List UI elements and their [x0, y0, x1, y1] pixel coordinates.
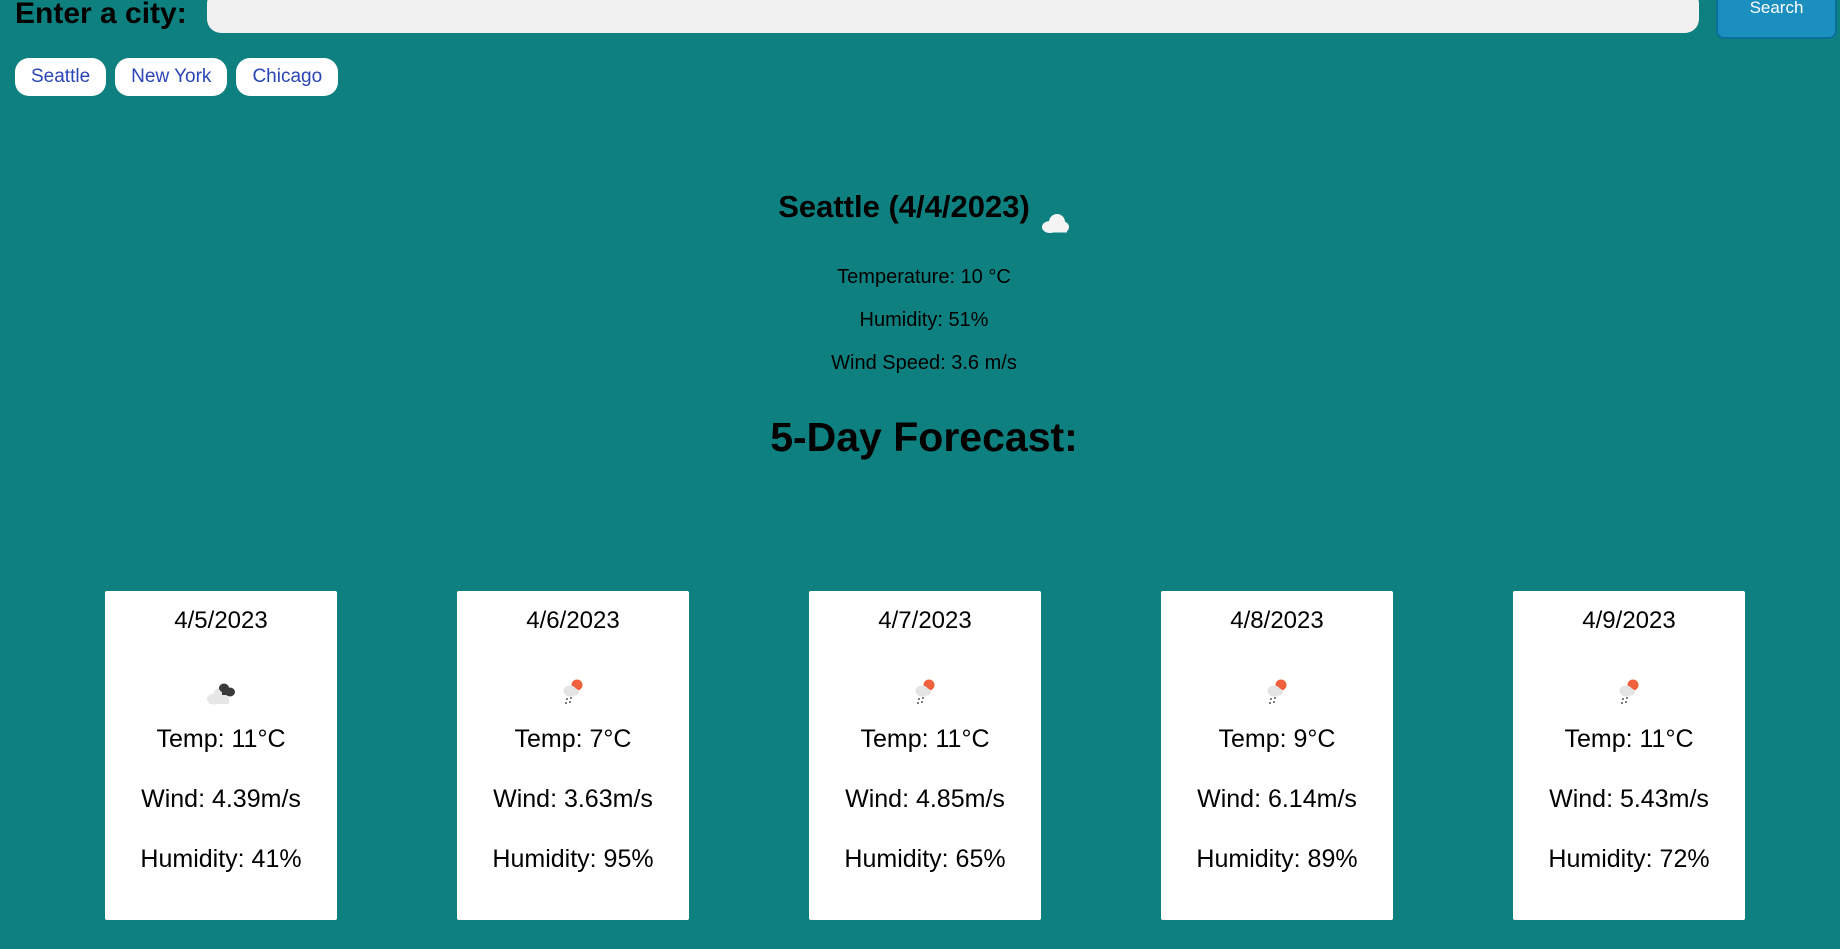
- forecast-wind: Wind: 4.39m/s: [141, 785, 301, 813]
- search-bar: Enter a city: Search: [0, 0, 1840, 40]
- forecast-humidity: Humidity: 89%: [1196, 845, 1358, 873]
- forecast-card: 4/7/2023 Temp: 11°C Wind: 4.85m/s Humidi…: [809, 591, 1041, 920]
- forecast-wind: Wind: 5.43m/s: [1549, 785, 1709, 813]
- city-label: Enter a city:: [15, 0, 187, 30]
- sun-rain-icon: [1609, 677, 1649, 707]
- current-wind-speed: Wind Speed: 3.6 m/s: [831, 352, 1017, 374]
- forecast-date: 4/6/2023: [526, 607, 620, 634]
- forecast-temp: Temp: 11°C: [860, 725, 990, 753]
- history-button-chicago[interactable]: Chicago: [236, 58, 339, 96]
- history-button-seattle[interactable]: Seattle: [15, 58, 107, 96]
- forecast-date: 4/8/2023: [1230, 607, 1324, 634]
- sun-rain-icon: [905, 677, 945, 707]
- forecast-humidity: Humidity: 72%: [1548, 845, 1710, 873]
- forecast-wind: Wind: 3.63m/s: [493, 785, 653, 813]
- forecast-temp: Temp: 11°C: [1564, 725, 1694, 753]
- sun-rain-icon: [1257, 677, 1297, 707]
- sun-rain-icon: [553, 677, 593, 707]
- city-search-input[interactable]: [207, 0, 1699, 33]
- forecast-humidity: Humidity: 65%: [844, 845, 1006, 873]
- current-weather-title: Seattle (4/4/2023): [778, 185, 1070, 233]
- search-button[interactable]: Search: [1716, 0, 1837, 39]
- cloud-icon: [1040, 202, 1070, 233]
- forecast-temp: Temp: 9°C: [1218, 725, 1336, 753]
- history-button-new-york[interactable]: New York: [115, 58, 228, 96]
- forecast-temp: Temp: 11°C: [156, 725, 286, 753]
- search-history: Seattle New York Chicago: [15, 58, 339, 96]
- current-temperature: Temperature: 10 °C: [837, 266, 1011, 288]
- forecast-humidity: Humidity: 95%: [492, 845, 654, 873]
- forecast-humidity: Humidity: 41%: [140, 845, 302, 873]
- forecast-date: 4/9/2023: [1582, 607, 1676, 634]
- broken-clouds-icon: [201, 677, 241, 707]
- forecast-card: 4/9/2023 Temp: 11°C Wind: 5.43m/s Humidi…: [1513, 591, 1745, 920]
- forecast-wind: Wind: 4.85m/s: [845, 785, 1005, 813]
- current-weather-header: Seattle (4/4/2023): [0, 185, 1840, 233]
- current-city-date: Seattle (4/4/2023): [778, 189, 1030, 224]
- forecast-card: 4/8/2023 Temp: 9°C Wind: 6.14m/s Humidit…: [1161, 591, 1393, 920]
- current-humidity: Humidity: 51%: [859, 309, 989, 331]
- forecast-card: 4/6/2023 Temp: 7°C Wind: 3.63m/s Humidit…: [457, 591, 689, 920]
- forecast-date: 4/7/2023: [878, 607, 972, 634]
- forecast-temp: Temp: 7°C: [514, 725, 632, 753]
- forecast-card: 4/5/2023 Temp: 11°C Wind: 4.39m/s Humidi…: [105, 591, 337, 920]
- forecast-title: 5-Day Forecast:: [770, 414, 1078, 460]
- forecast-date: 4/5/2023: [174, 607, 268, 634]
- forecast-wind: Wind: 6.14m/s: [1197, 785, 1357, 813]
